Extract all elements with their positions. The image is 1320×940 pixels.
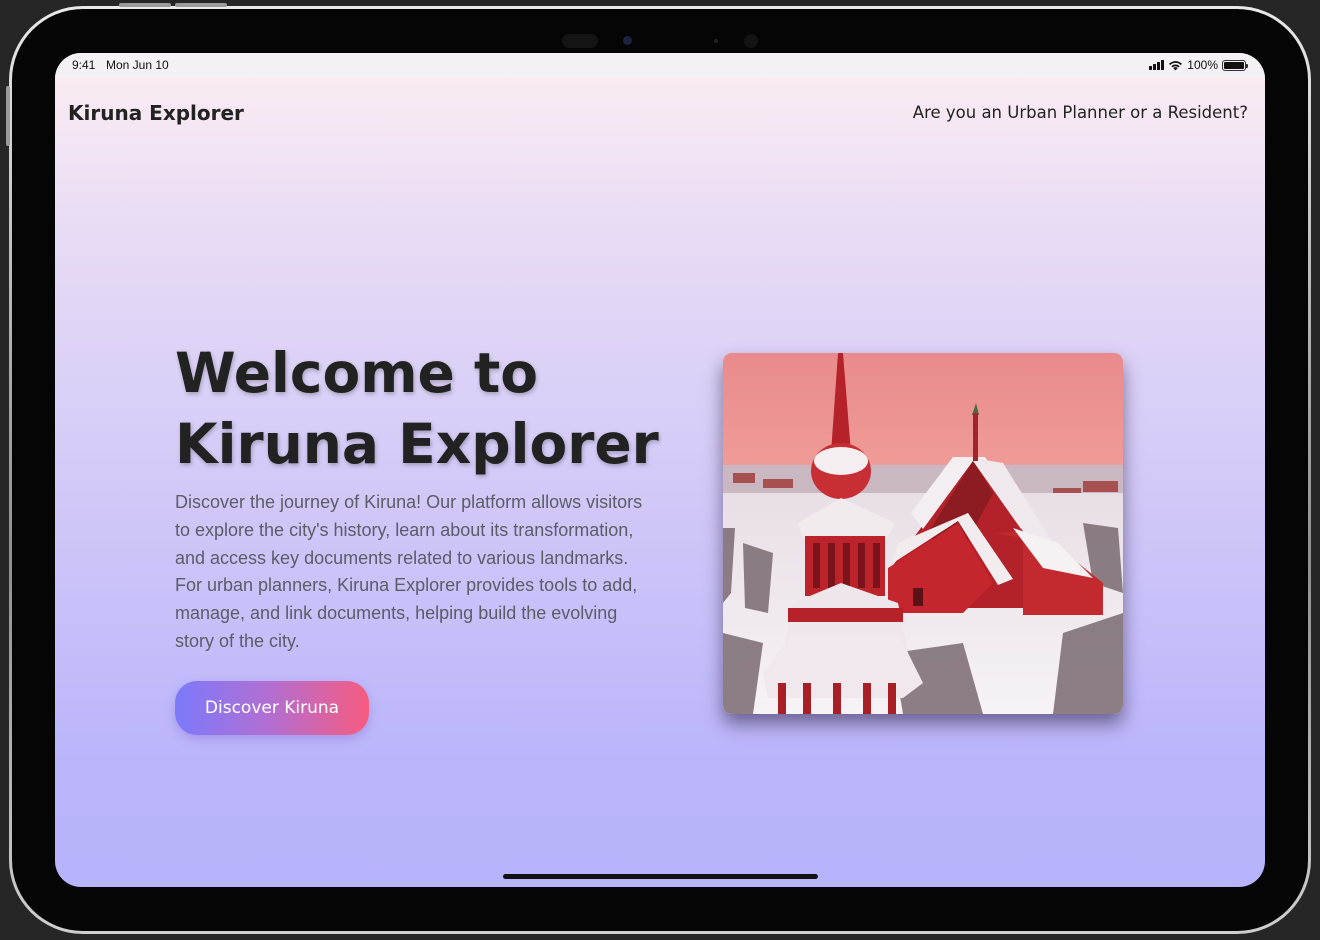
status-date: Mon Jun 10 (106, 58, 169, 72)
kiruna-church-photo (723, 353, 1123, 714)
side-button (6, 86, 10, 146)
home-indicator[interactable] (503, 874, 818, 879)
hero-title-line-1: Welcome to (175, 341, 539, 405)
role-selector-link[interactable]: Are you an Urban Planner or a Resident? (913, 103, 1248, 122)
status-indicators: 100% (1149, 58, 1248, 72)
status-bar: 9:41 Mon Jun 10 100% (55, 53, 1265, 77)
top-button-left (119, 3, 171, 7)
status-time: 9:41 (72, 58, 96, 72)
hero-title-line-2: Kiruna Explorer (175, 412, 659, 476)
wifi-icon (1169, 60, 1183, 70)
top-button-right (175, 3, 227, 7)
camera-icon (623, 36, 632, 45)
brand-title[interactable]: Kiruna Explorer (68, 101, 244, 125)
battery-icon (1222, 59, 1248, 71)
hero-title: Welcome to Kiruna Explorer (175, 338, 659, 480)
battery-percentage: 100% (1187, 58, 1218, 72)
app-screen: 9:41 Mon Jun 10 100% Kiruna Explorer Are… (55, 53, 1265, 887)
signal-icon (1149, 60, 1165, 70)
discover-kiruna-button[interactable]: Discover Kiruna (175, 681, 369, 735)
camera-housing (562, 33, 772, 49)
hero-description: Discover the journey of Kiruna! Our plat… (175, 492, 643, 651)
